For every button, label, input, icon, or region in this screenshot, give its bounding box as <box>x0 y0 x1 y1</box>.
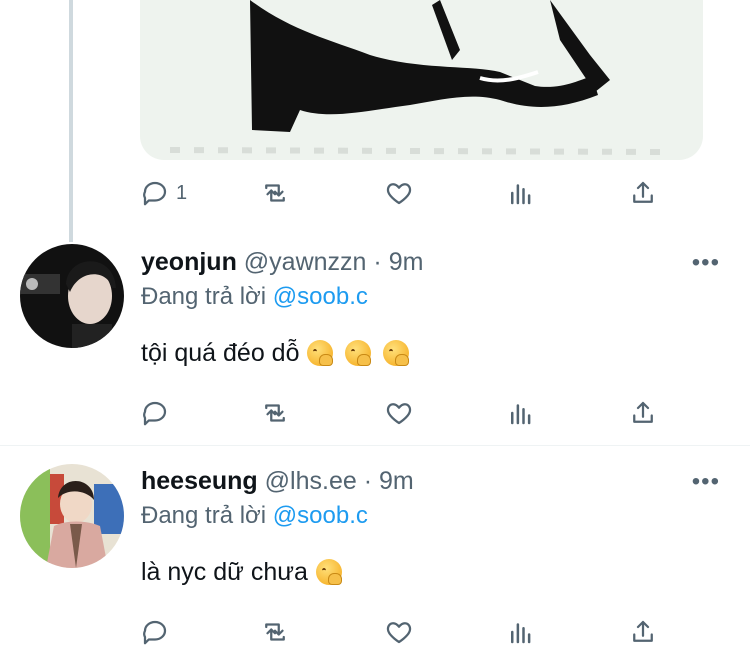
avatar[interactable] <box>20 464 124 568</box>
reply-icon <box>143 181 167 206</box>
more-options-icon[interactable]: ••• <box>692 249 720 277</box>
reply-tweet-yeonjun[interactable]: yeonjun @yawnzzn · 9m ••• Đang trả lời @… <box>0 243 750 445</box>
more-options-icon[interactable]: ••• <box>692 468 720 496</box>
share-icon <box>633 181 653 203</box>
views-button[interactable] <box>506 612 536 652</box>
replying-prefix: Đang trả lời <box>141 502 267 529</box>
reply-button[interactable]: 1 <box>140 173 187 213</box>
tweet-header: yeonjun @yawnzzn · 9m <box>141 247 423 277</box>
display-name[interactable]: heeseung <box>141 467 258 495</box>
share-button[interactable] <box>628 173 658 213</box>
replying-prefix: Đang trả lời <box>141 283 267 310</box>
media-drawing <box>169 0 661 155</box>
reply-tweet-heeseung[interactable]: heeseung @lhs.ee · 9m ••• Đang trả lời @… <box>0 462 750 661</box>
share-button[interactable] <box>628 393 658 433</box>
user-handle[interactable]: @lhs.ee <box>265 467 357 495</box>
tweet-header: heeseung @lhs.ee · 9m <box>141 466 414 496</box>
views-button[interactable] <box>506 173 536 213</box>
analytics-icon <box>511 404 531 425</box>
reply-icon <box>143 620 167 645</box>
divider <box>0 445 750 446</box>
like-button[interactable] <box>384 173 414 213</box>
reply-icon <box>143 401 167 426</box>
timestamp[interactable]: 9m <box>379 467 414 495</box>
analytics-icon <box>511 184 531 205</box>
hand-over-mouth-emoji-icon <box>307 340 334 366</box>
reply-actions <box>140 612 680 652</box>
views-button[interactable] <box>506 393 536 433</box>
retweet-button[interactable] <box>260 173 290 213</box>
user-handle[interactable]: @yawnzzn <box>244 248 367 276</box>
reply-count: 1 <box>176 181 188 204</box>
separator-dot: · <box>373 248 382 276</box>
top-tweet-actions: 1 <box>140 173 680 213</box>
timestamp[interactable]: 9m <box>389 248 424 276</box>
mention-link[interactable]: @soob.c <box>273 502 368 529</box>
retweet-icon <box>265 404 285 422</box>
replying-to: Đang trả lời @soob.c <box>141 501 368 531</box>
tweet-text: là nyc dữ chưa <box>141 556 342 588</box>
separator-dot: · <box>363 467 373 495</box>
tweet-text: tội quá đéo dỗ <box>141 337 410 369</box>
reply-button[interactable] <box>140 612 170 652</box>
retweet-icon <box>265 184 285 202</box>
retweet-button[interactable] <box>260 393 290 433</box>
heart-icon <box>386 622 412 644</box>
hand-over-mouth-emoji-icon <box>315 559 342 585</box>
like-button[interactable] <box>384 393 414 433</box>
replying-to: Đang trả lời @soob.c <box>141 282 368 312</box>
avatar-photo <box>20 244 124 348</box>
retweet-icon <box>265 623 285 641</box>
reply-button[interactable] <box>140 393 170 433</box>
avatar[interactable] <box>20 244 124 348</box>
hand-over-mouth-emoji-icon <box>383 340 410 366</box>
avatar-photo <box>20 464 124 568</box>
retweet-button[interactable] <box>260 612 290 652</box>
hand-over-mouth-emoji-icon <box>345 340 372 366</box>
tweet-text-content: là nyc dữ chưa <box>141 558 308 586</box>
share-button[interactable] <box>628 612 658 652</box>
mention-link[interactable]: @soob.c <box>273 283 368 310</box>
tweet-media-image[interactable] <box>140 0 703 160</box>
share-icon <box>633 620 653 642</box>
tweet-text-content: tội quá đéo dỗ <box>141 339 300 367</box>
thread-line <box>69 0 73 242</box>
analytics-icon <box>511 623 531 644</box>
heart-icon <box>386 403 412 425</box>
like-button[interactable] <box>384 612 414 652</box>
share-icon <box>633 401 653 423</box>
display-name[interactable]: yeonjun <box>141 248 237 276</box>
reply-actions <box>140 393 680 433</box>
heart-icon <box>386 183 412 205</box>
